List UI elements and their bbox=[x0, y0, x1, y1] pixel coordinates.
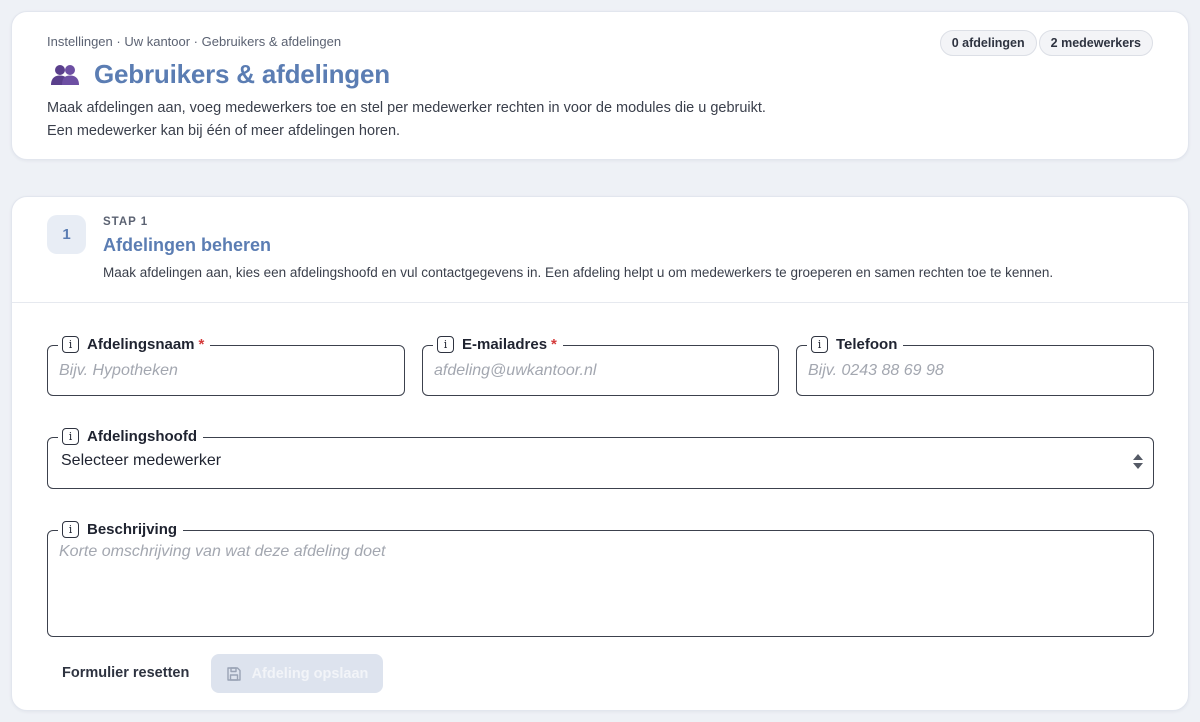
department-name-label: Afdelingsnaam bbox=[87, 336, 195, 353]
info-icon[interactable]: i bbox=[62, 428, 79, 445]
users-icon bbox=[50, 60, 80, 90]
phone-label-group: i Telefoon bbox=[807, 336, 904, 353]
department-name-field: i Afdelingsnaam * bbox=[47, 336, 405, 396]
description-label: Beschrijving bbox=[87, 521, 178, 538]
reset-form-button[interactable]: Formulier resetten bbox=[52, 654, 199, 692]
info-icon[interactable]: i bbox=[437, 336, 454, 353]
description-label-group: i Beschrijving bbox=[58, 521, 184, 538]
email-label-group: i E-mailadres * bbox=[433, 336, 563, 353]
page-title: Gebruikers & afdelingen bbox=[94, 59, 390, 89]
page-description-line-2: Een medewerker kan bij één of meer afdel… bbox=[47, 123, 401, 139]
phone-input[interactable] bbox=[808, 360, 1142, 382]
department-name-input[interactable] bbox=[59, 360, 393, 382]
email-field: i E-mailadres * bbox=[422, 336, 779, 396]
info-icon[interactable]: i bbox=[62, 521, 79, 538]
select-sort-arrows-icon bbox=[1133, 454, 1143, 469]
title-row: Gebruikers & afdelingen bbox=[50, 59, 390, 90]
step-description: Maak afdelingen aan, kies een afdelingsh… bbox=[103, 265, 1054, 280]
phone-field: i Telefoon bbox=[796, 336, 1154, 396]
department-head-select[interactable]: i Afdelingshoofd Selecteer medewerker bbox=[47, 428, 1154, 489]
breadcrumb: Instellingen · Uw kantoor · Gebruikers &… bbox=[47, 34, 342, 49]
required-marker: * bbox=[198, 336, 205, 353]
badge-group: 0 afdelingen 2 medewerkers bbox=[939, 30, 1153, 56]
info-icon[interactable]: i bbox=[62, 336, 79, 353]
employees-count-badge: 2 medewerkers bbox=[1038, 30, 1153, 56]
step-title: Afdelingen beheren bbox=[103, 235, 272, 255]
step-card: 1 STAP 1 Afdelingen beheren Maak afdelin… bbox=[11, 196, 1189, 711]
department-name-label-group: i Afdelingsnaam * bbox=[58, 336, 211, 353]
departments-count-badge: 0 afdelingen bbox=[939, 30, 1037, 56]
divider bbox=[12, 302, 1188, 303]
info-icon[interactable]: i bbox=[811, 336, 828, 353]
department-head-label: Afdelingshoofd bbox=[87, 428, 197, 445]
email-label: E-mailadres bbox=[462, 336, 548, 353]
description-field: i Beschrijving bbox=[47, 521, 1154, 637]
department-head-label-group: i Afdelingshoofd bbox=[58, 428, 203, 445]
save-department-label: Afdeling opslaan bbox=[251, 665, 369, 682]
page-description-line-1: Maak afdelingen aan, voeg medewerkers to… bbox=[47, 100, 766, 116]
department-head-selected-value: Selecteer medewerker bbox=[61, 452, 222, 469]
step-number-badge: 1 bbox=[47, 215, 86, 254]
step-label: STAP 1 bbox=[103, 216, 149, 228]
required-marker: * bbox=[551, 336, 557, 353]
save-department-button[interactable]: Afdeling opslaan bbox=[211, 654, 383, 693]
phone-label: Telefoon bbox=[836, 336, 898, 353]
description-textarea[interactable] bbox=[59, 543, 1142, 626]
email-input[interactable] bbox=[434, 360, 767, 382]
page-header-card: Instellingen · Uw kantoor · Gebruikers &… bbox=[11, 11, 1189, 160]
save-icon bbox=[226, 666, 242, 682]
